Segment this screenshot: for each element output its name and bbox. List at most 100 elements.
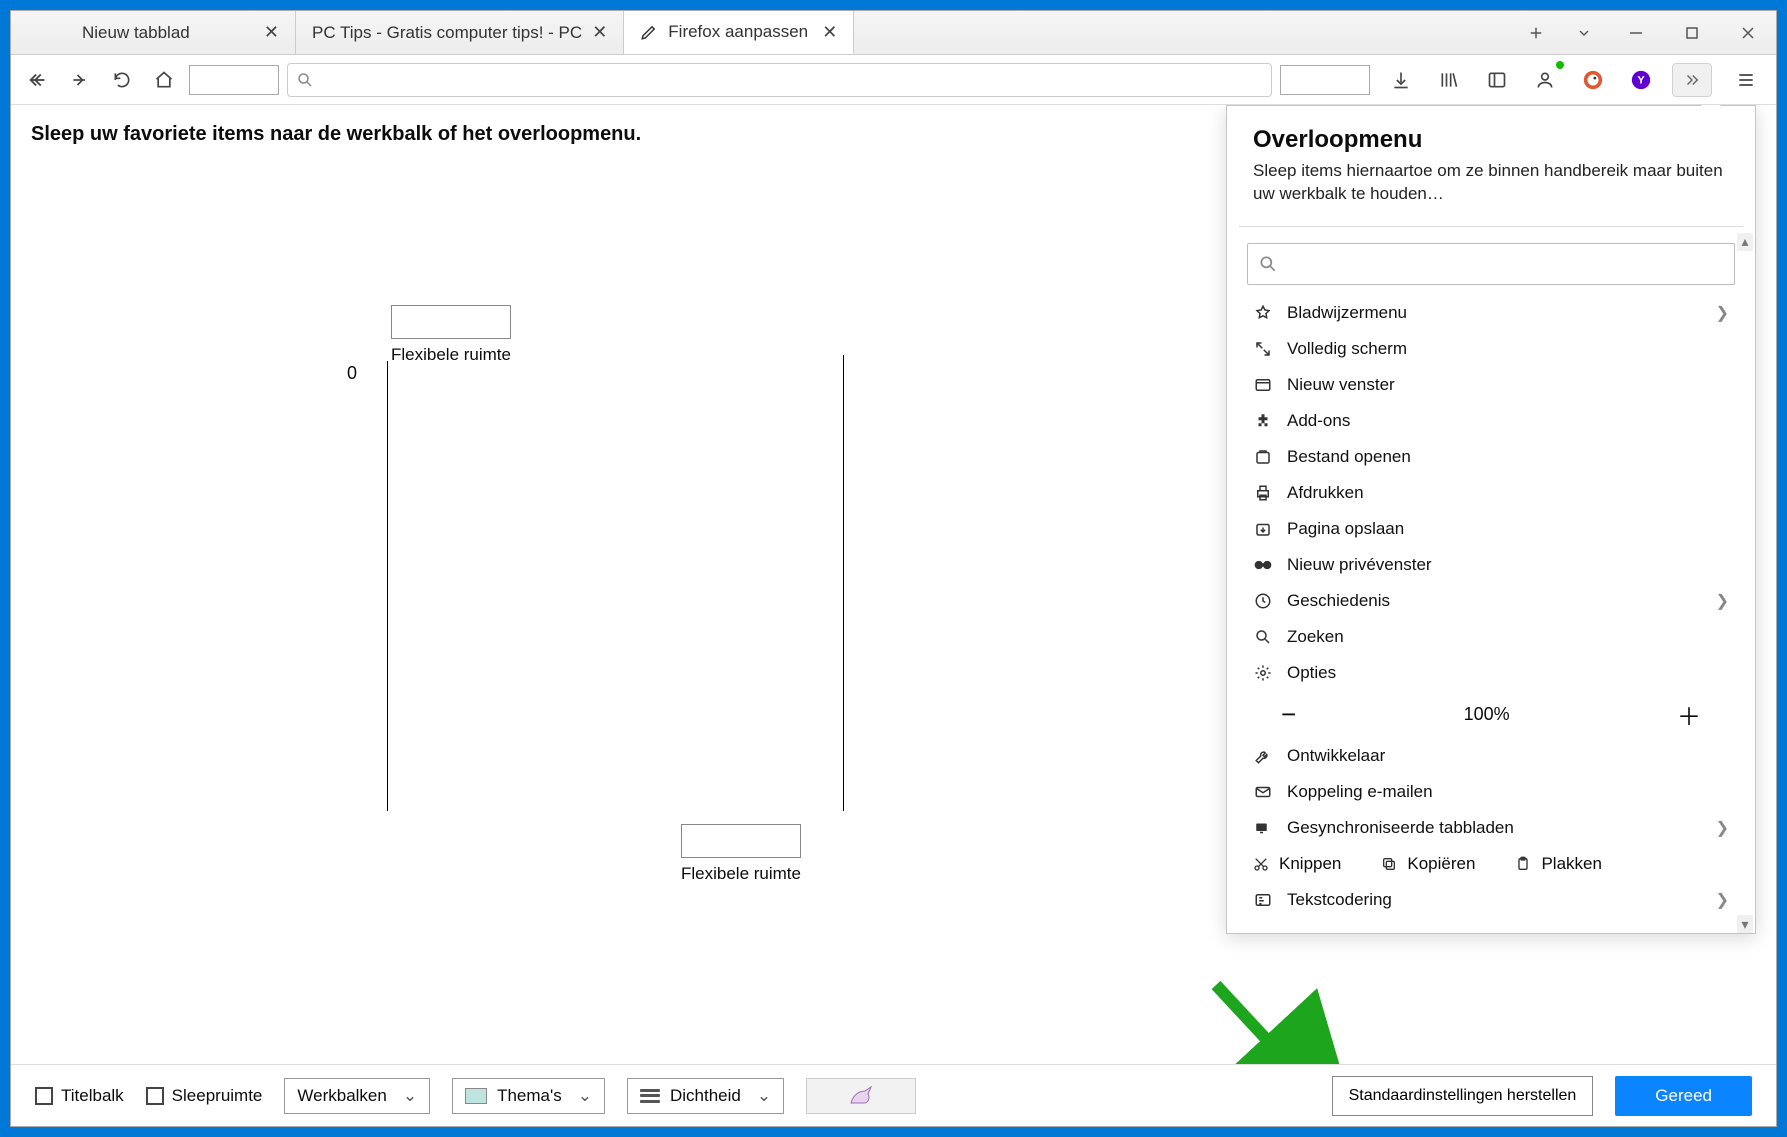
select-label: Dichtheid — [670, 1086, 741, 1106]
overflow-item-history[interactable]: Geschiedenis ❯ — [1241, 583, 1741, 619]
close-icon[interactable]: ✕ — [264, 22, 279, 43]
tab-pctips[interactable]: PC Tips - Gratis computer tips! - PC ✕ — [296, 11, 624, 54]
save-page-icon — [1253, 520, 1273, 538]
overflow-item-bookmarks[interactable]: Bladwijzermenu ❯ — [1241, 295, 1741, 331]
item-label: Opties — [1287, 663, 1336, 683]
ext-icon-duckduckgo[interactable] — [1576, 63, 1610, 97]
overflow-item-openfile[interactable]: Bestand openen — [1241, 439, 1741, 475]
flex-placeholder — [681, 824, 801, 858]
customize-footer: Titelbalk Sleepruimte Werkbalken ⌄ Thema… — [11, 1064, 1776, 1126]
item-label: Afdrukken — [1287, 483, 1364, 503]
item-label: Koppeling e-mailen — [1287, 782, 1433, 802]
tab-customize[interactable]: Firefox aanpassen ✕ — [624, 11, 854, 54]
account-button[interactable] — [1528, 63, 1562, 97]
unicorn-icon — [847, 1085, 875, 1107]
tab-label: Nieuw tabblad — [82, 23, 190, 43]
all-tabs-button[interactable] — [1560, 11, 1608, 55]
overflow-item-addons[interactable]: Add-ons — [1241, 403, 1741, 439]
dragspace-checkbox[interactable]: Sleepruimte — [146, 1086, 263, 1106]
search-input[interactable] — [1247, 243, 1735, 285]
themes-select[interactable]: Thema's ⌄ — [452, 1078, 605, 1114]
close-window-button[interactable] — [1720, 11, 1776, 55]
select-label: Werkbalken — [297, 1086, 386, 1106]
placeholder-slot[interactable] — [189, 65, 279, 95]
overflow-title: Overloopmenu — [1253, 126, 1729, 154]
checkbox-icon — [146, 1087, 164, 1105]
open-file-icon — [1253, 448, 1273, 466]
forward-button[interactable] — [63, 63, 97, 97]
item-label: Gesynchroniseerde tabbladen — [1287, 818, 1514, 838]
toolbars-select[interactable]: Werkbalken ⌄ — [284, 1078, 430, 1114]
tab-new[interactable]: Nieuw tabblad ✕ — [66, 11, 296, 54]
url-bar[interactable] — [287, 63, 1272, 97]
item-label: Volledig scherm — [1287, 339, 1407, 359]
flex-space-item[interactable]: Flexibele ruimte — [391, 305, 511, 365]
zoom-in-button[interactable]: ＋ — [1677, 697, 1701, 732]
paste-button[interactable]: Plakken — [1515, 854, 1601, 874]
zoom-out-button[interactable]: − — [1281, 699, 1296, 730]
close-icon[interactable]: ✕ — [592, 22, 607, 43]
minimize-button[interactable] — [1608, 11, 1664, 55]
instruction-text: Sleep uw favoriete items naar de werkbal… — [31, 123, 641, 146]
reload-button[interactable] — [105, 63, 139, 97]
overflow-button[interactable] — [1672, 63, 1712, 97]
mail-icon — [1253, 783, 1273, 801]
library-button[interactable] — [1432, 63, 1466, 97]
overflow-item-fullscreen[interactable]: Volledig scherm — [1241, 331, 1741, 367]
app-menu-button[interactable] — [1726, 63, 1766, 97]
overflow-item-savepage[interactable]: Pagina opslaan — [1241, 511, 1741, 547]
copy-label: Kopiëren — [1407, 854, 1475, 874]
item-label: Nieuw privévenster — [1287, 555, 1432, 575]
scroll-up-icon[interactable]: ▴ — [1737, 233, 1753, 251]
tab-label: Firefox aanpassen — [668, 22, 808, 42]
sidebar-button[interactable] — [1480, 63, 1514, 97]
new-tab-button[interactable] — [1512, 11, 1560, 55]
copy-button[interactable]: Kopiëren — [1381, 854, 1475, 874]
select-label: Thema's — [497, 1086, 562, 1106]
item-label: Tekstcodering — [1287, 890, 1392, 910]
customize-area: Sleep uw favoriete items naar de werkbal… — [11, 105, 1776, 1064]
overflow-item-encoding[interactable]: Tekstcodering ❯ — [1241, 882, 1741, 918]
flex-space-item[interactable]: Flexibele ruimte — [681, 824, 801, 884]
done-button[interactable]: Gereed — [1615, 1076, 1752, 1116]
addons-icon — [1253, 412, 1273, 430]
history-icon — [1253, 592, 1273, 610]
overflow-item-options[interactable]: Opties — [1241, 655, 1741, 691]
cut-button[interactable]: Knippen — [1253, 854, 1341, 874]
new-window-icon — [1253, 376, 1273, 394]
overflow-item-private[interactable]: Nieuw privévenster — [1241, 547, 1741, 583]
back-button[interactable] — [21, 63, 55, 97]
flex-placeholder — [391, 305, 511, 339]
downloads-button[interactable] — [1384, 63, 1418, 97]
scroll-down-icon[interactable]: ▾ — [1737, 915, 1753, 933]
print-icon — [1253, 484, 1273, 502]
theme-swatch-icon — [465, 1088, 487, 1104]
overflow-item-syncedtabs[interactable]: Gesynchroniseerde tabbladen ❯ — [1241, 810, 1741, 846]
chevron-down-icon: ⌄ — [757, 1086, 771, 1106]
density-icon — [640, 1089, 660, 1103]
tabs-strip: Nieuw tabblad ✕ PC Tips - Gratis compute… — [11, 11, 1512, 54]
separator — [843, 355, 844, 811]
overflow-item-search[interactable]: Zoeken — [1241, 619, 1741, 655]
placeholder-slot[interactable] — [1280, 65, 1370, 95]
overflow-item-print[interactable]: Afdrukken — [1241, 475, 1741, 511]
titlebar: Nieuw tabblad ✕ PC Tips - Gratis compute… — [11, 11, 1776, 55]
window-controls — [1608, 11, 1776, 54]
encoding-icon — [1253, 891, 1273, 909]
nav-toolbar: Y — [11, 55, 1776, 105]
overflow-item-emaillink[interactable]: Koppeling e-mailen — [1241, 774, 1741, 810]
close-icon[interactable]: ✕ — [822, 22, 837, 43]
maximize-button[interactable] — [1664, 11, 1720, 55]
cut-copy-paste: Knippen Kopiëren Plakken — [1241, 846, 1741, 882]
uidensity-preview[interactable] — [806, 1078, 916, 1114]
ext-icon-yahoo[interactable]: Y — [1624, 63, 1658, 97]
options-gear-icon — [1253, 664, 1273, 682]
home-button[interactable] — [147, 63, 181, 97]
mask-icon — [1253, 559, 1273, 571]
titlebar-checkbox[interactable]: Titelbalk — [35, 1086, 124, 1106]
overflow-item-developer[interactable]: Ontwikkelaar — [1241, 738, 1741, 774]
density-select[interactable]: Dichtheid ⌄ — [627, 1078, 784, 1114]
overflow-item-newwindow[interactable]: Nieuw venster — [1241, 367, 1741, 403]
button-label: Standaardinstellingen herstellen — [1349, 1087, 1577, 1105]
restore-defaults-button[interactable]: Standaardinstellingen herstellen — [1332, 1076, 1594, 1116]
